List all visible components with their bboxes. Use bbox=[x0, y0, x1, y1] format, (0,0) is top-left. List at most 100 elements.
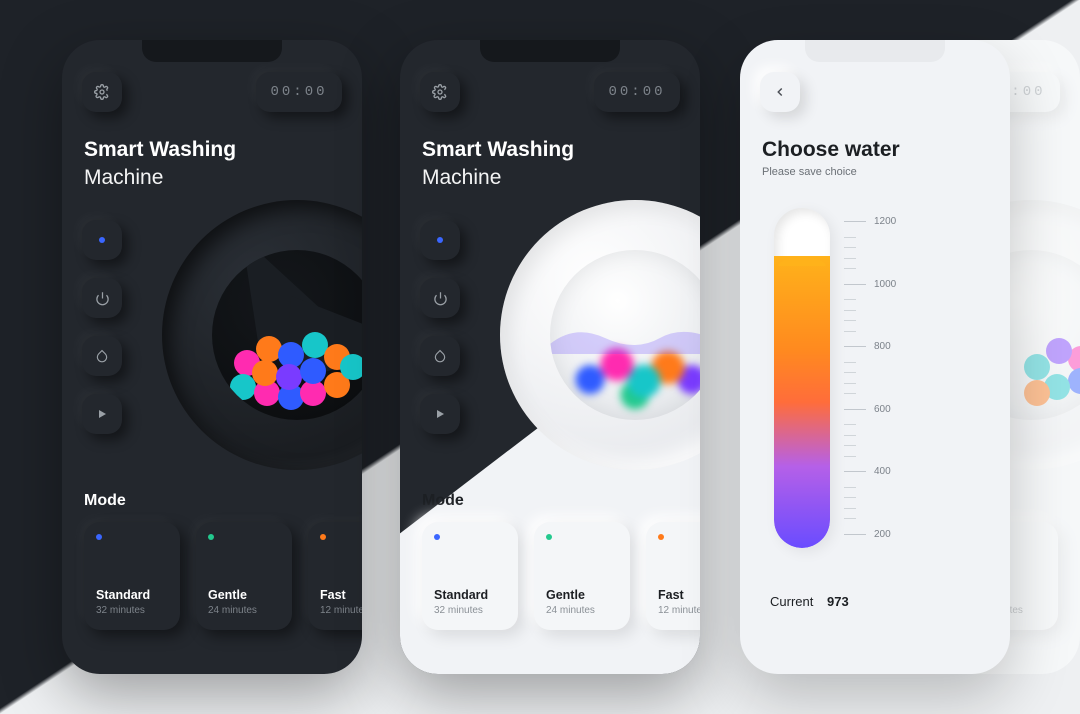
device-notch bbox=[480, 40, 620, 62]
mode-card-standard[interactable]: Standard 32 minutes bbox=[422, 522, 518, 630]
title-line1: Smart Washing bbox=[84, 138, 236, 161]
tick-minor bbox=[844, 268, 896, 269]
tick-minor bbox=[844, 424, 896, 425]
title-line1: Smart Washing bbox=[422, 138, 574, 161]
current-label: Current bbox=[770, 594, 813, 609]
mode-duration: 12 minutes bbox=[658, 605, 700, 616]
mode-name: Fast bbox=[658, 588, 700, 602]
tick-minor bbox=[844, 237, 896, 238]
tick-major: 600 bbox=[844, 404, 896, 415]
mode-card-fast[interactable]: Fast 12 minutes bbox=[646, 522, 700, 630]
water-fill bbox=[774, 256, 830, 548]
indicator-dot bbox=[437, 237, 443, 243]
play-button[interactable] bbox=[82, 394, 122, 434]
mode-duration: 24 minutes bbox=[546, 605, 618, 616]
tick-minor bbox=[844, 445, 896, 446]
mode-cards-row: Standard 32 minutes Gentle 24 minutes Fast… bbox=[422, 522, 700, 630]
mode-dot bbox=[320, 534, 326, 540]
timer-value: 00:00 bbox=[608, 84, 665, 100]
title-line2: Machine bbox=[422, 166, 501, 189]
gear-icon bbox=[94, 84, 110, 100]
tick-label: 800 bbox=[874, 341, 891, 352]
device-notch bbox=[142, 40, 282, 62]
timer-display: 00:00 bbox=[594, 72, 680, 112]
mode-card-standard[interactable]: Standard 32 minutes bbox=[84, 522, 180, 630]
phone-screen-water-modal: Choose water Please save choice 1200 100… bbox=[740, 40, 1010, 674]
mode-dot bbox=[546, 534, 552, 540]
power-button[interactable] bbox=[420, 278, 460, 318]
water-ticks: 1200 1000 800 600 400 200 bbox=[844, 216, 896, 540]
tick-label: 200 bbox=[874, 529, 891, 540]
phone-screen-mixed: 00:00 Smart Washing Machine Mode bbox=[400, 40, 700, 674]
timer-value: 00:00 bbox=[270, 84, 327, 100]
laundry-ball bbox=[276, 364, 302, 390]
mode-name: Gentle bbox=[546, 588, 618, 602]
side-controls bbox=[82, 220, 122, 434]
tick-minor bbox=[844, 393, 896, 394]
current-value: 973 bbox=[827, 594, 849, 609]
washer-drum-window bbox=[550, 250, 700, 420]
water-wave bbox=[550, 324, 700, 354]
tick-minor bbox=[844, 310, 896, 311]
gear-icon bbox=[432, 84, 448, 100]
washer-drum bbox=[500, 200, 700, 470]
tick-major: 1200 bbox=[844, 216, 896, 227]
play-icon bbox=[96, 408, 108, 420]
water-tube[interactable] bbox=[774, 208, 830, 548]
tick-minor bbox=[844, 299, 896, 300]
mode-card-gentle[interactable]: Gentle 24 minutes bbox=[534, 522, 630, 630]
mode-name: Fast bbox=[320, 588, 362, 602]
power-icon bbox=[95, 291, 110, 306]
title-line2: Machine bbox=[84, 166, 163, 189]
droplet-icon bbox=[433, 349, 447, 363]
mode-dot bbox=[96, 534, 102, 540]
tick-minor bbox=[844, 497, 896, 498]
tick-minor bbox=[844, 518, 896, 519]
laundry-ball bbox=[300, 358, 326, 384]
tick-minor bbox=[844, 320, 896, 321]
tick-minor bbox=[844, 258, 896, 259]
tick-minor bbox=[844, 362, 896, 363]
settings-button[interactable] bbox=[420, 72, 460, 112]
tick-minor bbox=[844, 372, 896, 373]
mode-duration: 32 minutes bbox=[434, 605, 506, 616]
mode-cards-row: Standard 32 minutes Gentle 24 minutes Fa… bbox=[84, 522, 362, 630]
indicator-button[interactable] bbox=[420, 220, 460, 260]
play-button[interactable] bbox=[420, 394, 460, 434]
mode-dot bbox=[208, 534, 214, 540]
mode-heading: Mode bbox=[422, 492, 464, 510]
side-controls bbox=[420, 220, 460, 434]
mode-card-fast[interactable]: Fast 12 minutes bbox=[308, 522, 362, 630]
tick-label: 1200 bbox=[874, 216, 896, 227]
water-gauge[interactable] bbox=[774, 208, 830, 548]
water-button[interactable] bbox=[420, 336, 460, 376]
indicator-button[interactable] bbox=[82, 220, 122, 260]
settings-button[interactable] bbox=[82, 72, 122, 112]
tick-minor bbox=[844, 435, 896, 436]
mode-name: Standard bbox=[96, 588, 168, 602]
tick-major: 200 bbox=[844, 529, 896, 540]
water-button[interactable] bbox=[82, 336, 122, 376]
water-current-row: Current 973 bbox=[770, 594, 849, 609]
mode-duration: 12 minutes bbox=[320, 605, 362, 616]
mode-dot bbox=[658, 534, 664, 540]
washer-drum-window bbox=[212, 250, 362, 420]
mode-dot bbox=[434, 534, 440, 540]
mode-heading: Mode bbox=[84, 492, 126, 510]
tick-minor bbox=[844, 487, 896, 488]
tick-minor bbox=[844, 456, 896, 457]
tick-label: 600 bbox=[874, 404, 891, 415]
power-button[interactable] bbox=[82, 278, 122, 318]
tick-major: 1000 bbox=[844, 279, 896, 290]
mode-name: Standard bbox=[434, 588, 506, 602]
chevron-left-icon bbox=[773, 85, 787, 99]
tick-minor bbox=[844, 331, 896, 332]
back-button[interactable] bbox=[760, 72, 800, 112]
mode-card-gentle[interactable]: Gentle 24 minutes bbox=[196, 522, 292, 630]
washer-drum bbox=[162, 200, 362, 470]
mode-duration: 32 minutes bbox=[96, 605, 168, 616]
tick-label: 1000 bbox=[874, 279, 896, 290]
tick-minor bbox=[844, 247, 896, 248]
tick-minor bbox=[844, 508, 896, 509]
laundry-ball bbox=[252, 360, 278, 386]
